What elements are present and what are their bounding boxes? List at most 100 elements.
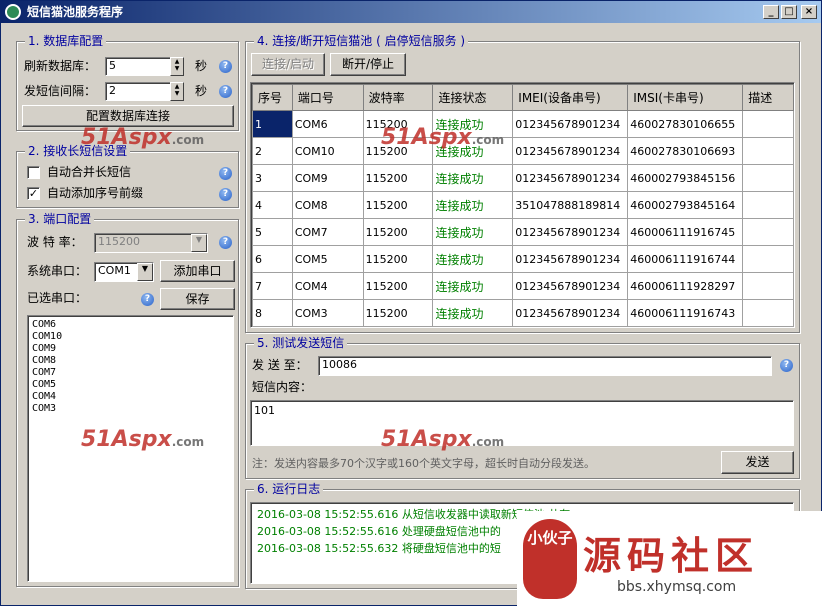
list-item[interactable]: COM5 [32, 379, 229, 391]
list-item[interactable]: COM10 [32, 331, 229, 343]
merge-long-sms-label[interactable]: 自动合并长短信 [47, 164, 131, 180]
column-header[interactable]: 端口号 [291, 84, 364, 111]
test-send-group: 5. 测试发送短信 发 送 至： 10086 ? 短信内容： 101 注：发送内… [245, 336, 800, 479]
table-cell: 012345678901234 [512, 245, 629, 273]
config-db-button[interactable]: 配置数据库连接 [22, 105, 234, 127]
log-legend: 6. 运行日志 [254, 482, 324, 496]
table-cell [742, 272, 794, 300]
sys-port-dropdown-icon[interactable]: ▼ [137, 263, 153, 281]
table-cell: 3 [252, 164, 293, 192]
send-button[interactable]: 发送 [721, 451, 794, 474]
list-item[interactable]: COM8 [32, 355, 229, 367]
table-cell: COM5 [291, 245, 364, 273]
selected-ports-help-icon[interactable]: ? [141, 293, 154, 306]
table-row[interactable]: 1 COM6 115200 连接成功 012345678901234 4600278301… [252, 110, 794, 138]
table-row[interactable]: 8 COM3 115200 连接成功 012345678901234 4600061119… [252, 299, 794, 327]
connect-button[interactable]: 连接/启动 [251, 53, 325, 76]
table-cell: 012345678901234 [512, 110, 629, 138]
send-interval-help-icon[interactable]: ? [219, 85, 232, 98]
list-item[interactable]: COM4 [32, 391, 229, 403]
list-item[interactable]: COM3 [32, 403, 229, 415]
watermark-logo: 51Aspx.com [81, 427, 205, 452]
minimize-button[interactable]: _ [763, 5, 779, 19]
table-cell: 7 [252, 272, 293, 300]
sys-port-label: 系统串口： [27, 264, 88, 278]
table-cell: 115200 [362, 164, 434, 192]
send-interval-input[interactable]: 2 [105, 82, 171, 101]
table-cell [742, 245, 794, 273]
send-interval-label: 发短信间隔： [24, 84, 97, 98]
send-to-label: 发 送 至： [252, 358, 308, 372]
selected-ports-label: 已选串口： [27, 291, 88, 305]
table-cell [742, 218, 794, 246]
table-cell: COM10 [291, 137, 364, 165]
table-cell [742, 299, 794, 327]
refresh-spinner[interactable]: ▲ ▼ [170, 57, 184, 76]
baud-dropdown-icon[interactable]: ▼ [191, 234, 207, 252]
table-row[interactable]: 3 COM9 115200 连接成功 012345678901234 4600027938… [252, 164, 794, 192]
column-header[interactable]: IMSI(卡串号) [627, 84, 744, 111]
table-cell: 012345678901234 [512, 164, 629, 192]
db-config-legend: 1. 数据库配置 [25, 34, 107, 48]
table-cell: 连接成功 [432, 245, 514, 273]
title-bar[interactable]: 短信猫池服务程序 _ □ × [1, 1, 821, 23]
table-cell: 115200 [362, 299, 434, 327]
watermark-logo: 51Aspx.com [381, 125, 505, 150]
table-row[interactable]: 5 COM7 115200 连接成功 012345678901234 4600061119… [252, 218, 794, 246]
table-cell: 115200 [362, 245, 434, 273]
table-row[interactable]: 2 COM10 115200 连接成功 012345678901234 460027830… [252, 137, 794, 165]
send-interval-unit: 秒 [195, 84, 208, 98]
column-header[interactable]: 波特率 [362, 84, 434, 111]
table-cell: 351047888189814 [512, 191, 629, 219]
modem-table[interactable]: 序号 端口号 波特率 连接状态 IMEI(设备串号) IMSI(卡串号) 描述 1 COM6 1… [252, 84, 794, 327]
refresh-interval-input[interactable]: 5 [105, 57, 171, 76]
table-row[interactable]: 4 COM8 115200 连接成功 351047888189814 4600027938… [252, 191, 794, 219]
table-row[interactable]: 6 COM5 115200 连接成功 012345678901234 4600061119… [252, 245, 794, 273]
table-row[interactable]: 7 COM4 115200 连接成功 012345678901234 4600061119… [252, 272, 794, 300]
list-item[interactable]: COM6 [32, 319, 229, 331]
table-cell: 连接成功 [432, 191, 514, 219]
send-interval-spinner[interactable]: ▲ ▼ [170, 82, 184, 101]
list-item[interactable]: COM9 [32, 343, 229, 355]
send-note: 注：发送内容最多70个汉字或160个英文字母，超长时自动分段发送。 [252, 457, 595, 470]
watermark-logo: 51Aspx.com [81, 125, 205, 150]
send-to-help-icon[interactable]: ? [780, 359, 793, 372]
table-cell: 460006111916744 [627, 245, 744, 273]
merge-long-sms-checkbox[interactable] [27, 166, 40, 179]
table-header-row: 序号 端口号 波特率 连接状态 IMEI(设备串号) IMSI(卡串号) 描述 [252, 84, 794, 111]
merge-help-icon[interactable]: ? [219, 167, 232, 180]
column-header[interactable]: 序号 [252, 84, 293, 111]
port-config-group: 3. 端口配置 波 特 率： 115200 ▼ ? 系统串口： COM1 ▼ 添… [16, 212, 239, 587]
refresh-label: 刷新数据库： [24, 59, 97, 73]
seal-icon: 小伙子 [523, 519, 577, 599]
table-cell: 1 [252, 110, 293, 138]
connection-group: 4. 连接/断开短信猫池 ( 启停短信服务 ) 连接/启动 断开/停止 序号 端口… [245, 34, 800, 333]
column-header[interactable]: 描述 [742, 84, 794, 111]
maximize-button[interactable]: □ [781, 5, 797, 19]
column-header[interactable]: 连接状态 [432, 84, 514, 111]
send-to-input[interactable]: 10086 [318, 356, 772, 376]
test-send-legend: 5. 测试发送短信 [254, 336, 348, 350]
add-prefix-label[interactable]: 自动添加序号前缀 [47, 185, 143, 201]
table-cell: 115200 [362, 272, 434, 300]
long-sms-group: 2. 接收长短信设置 自动合并长短信 ? ✓ 自动添加序号前缀 ? [16, 144, 239, 208]
table-cell: 115200 [362, 218, 434, 246]
add-port-button[interactable]: 添加串口 [160, 260, 235, 282]
prefix-help-icon[interactable]: ? [219, 188, 232, 201]
table-cell: 460027830106693 [627, 137, 744, 165]
refresh-help-icon[interactable]: ? [219, 60, 232, 73]
close-button[interactable]: × [801, 5, 817, 19]
table-cell: 012345678901234 [512, 272, 629, 300]
content-textarea[interactable]: 101 [250, 400, 794, 446]
disconnect-button[interactable]: 断开/停止 [330, 53, 406, 76]
baud-help-icon[interactable]: ? [219, 236, 232, 249]
table-cell: 460006111928297 [627, 272, 744, 300]
table-cell [742, 191, 794, 219]
port-config-legend: 3. 端口配置 [25, 212, 95, 226]
table-cell [742, 110, 794, 138]
add-prefix-checkbox[interactable]: ✓ [27, 187, 40, 200]
save-button[interactable]: 保存 [160, 288, 235, 310]
list-item[interactable]: COM7 [32, 367, 229, 379]
table-cell: COM9 [291, 164, 364, 192]
column-header[interactable]: IMEI(设备串号) [512, 84, 629, 111]
